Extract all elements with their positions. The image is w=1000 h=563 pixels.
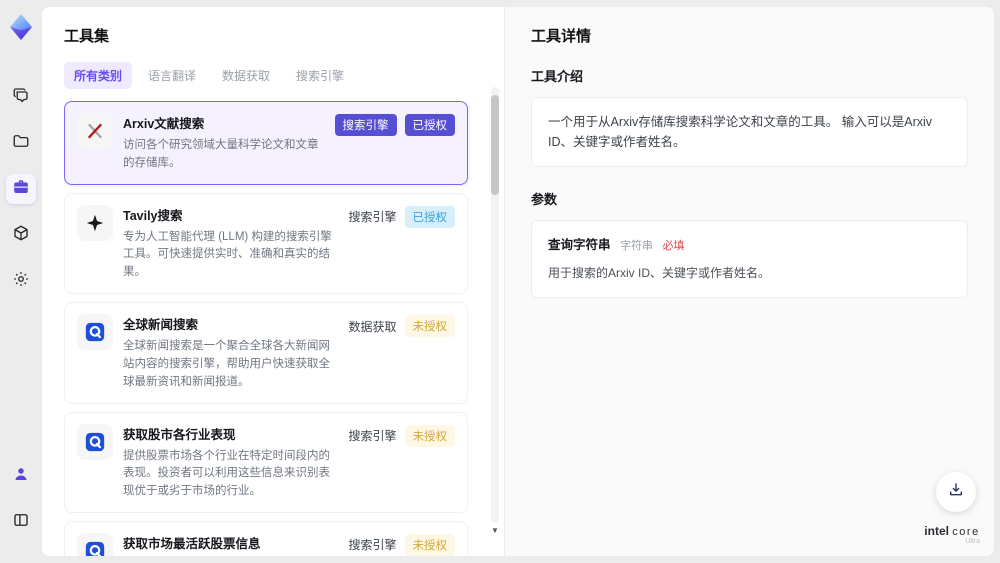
category-tabs: 所有类别 语言翻译 数据获取 搜索引擎 xyxy=(64,62,482,89)
param-required-flag: 必填 xyxy=(662,240,685,252)
tool-status-badge: 未授权 xyxy=(404,315,455,338)
tool-card[interactable]: Tavily搜索专为人工智能代理 (LLM) 构建的搜索引擎工具。可快速提供实时… xyxy=(64,192,468,295)
tool-category-label: 搜索引擎 xyxy=(348,210,397,225)
tool-description: 提供股票市场各个行业在特定时间段内的表现。投资者可以利用这些信息来识别表现优于或… xyxy=(123,449,330,498)
user-icon xyxy=(12,465,30,488)
scrollbar-down-arrow-icon[interactable]: ▼ xyxy=(491,526,499,535)
scrollbar-track[interactable]: ▼ xyxy=(491,87,499,535)
param-card: 查询字符串 字符串 必填 用于搜索的Arxiv ID、关键字或作者姓名。 xyxy=(531,220,968,298)
sidebar-item-folder[interactable] xyxy=(6,128,36,158)
sidebar-item-tools[interactable] xyxy=(6,174,36,204)
cube-icon xyxy=(12,224,30,247)
tool-category-label: 搜索引擎 xyxy=(348,538,397,553)
panel-layout-icon xyxy=(12,511,30,534)
tool-card[interactable]: 获取股市各行业表现提供股票市场各个行业在特定时间段内的表现。投资者可以利用这些信… xyxy=(64,411,468,513)
main-content: 工具集 所有类别 语言翻译 数据获取 搜索引擎 Arxiv文献搜索 访问各个研究领域大量… xyxy=(42,7,994,556)
tool-category-label: 数据获取 xyxy=(348,319,397,334)
sidebar-item-collapse[interactable] xyxy=(6,507,36,537)
tool-title: 获取市场最活跃股票信息 xyxy=(123,536,261,551)
tavily-icon xyxy=(77,204,113,241)
tool-status-badge: 已授权 xyxy=(404,205,455,228)
tab-category-1[interactable]: 语言翻译 xyxy=(138,62,206,89)
download-icon xyxy=(947,481,965,504)
app-sidebar xyxy=(0,0,42,563)
brand-secondary: core xyxy=(952,526,980,539)
glm-icon xyxy=(77,314,113,351)
tool-list: Arxiv文献搜索 访问各个研究领域大量科学论文和文章的存储库。 搜索引擎 已授权 Ta… xyxy=(64,101,482,556)
download-button[interactable] xyxy=(936,472,976,512)
tool-title: 获取股市各行业表现 xyxy=(123,427,236,442)
app-logo-icon[interactable] xyxy=(6,12,36,42)
tab-category-2[interactable]: 数据获取 xyxy=(212,62,280,89)
tool-card[interactable]: 全球新闻搜索全球新闻搜索是一个聚合全球各大新闻网站内容的搜索引擎，帮助用户快速获… xyxy=(64,302,468,404)
brand-sub: Ultra xyxy=(965,538,980,546)
glm-icon xyxy=(77,532,113,556)
tool-list-panel: 工具集 所有类别 语言翻译 数据获取 搜索引擎 Arxiv文献搜索 访问各个研究领域大量… xyxy=(42,7,504,556)
glm-icon xyxy=(77,423,113,460)
param-description: 用于搜索的Arxiv ID、关键字或作者姓名。 xyxy=(548,265,771,280)
arxiv-icon xyxy=(77,113,113,149)
tool-title: Tavily搜索 xyxy=(123,208,183,223)
tool-title: Arxiv文献搜索 xyxy=(123,117,205,131)
gear-icon xyxy=(12,270,30,293)
brand-main: intel xyxy=(924,524,949,539)
params-heading: 参数 xyxy=(531,192,558,207)
sidebar-item-profile[interactable] xyxy=(6,461,36,491)
tool-badge: 已授权 xyxy=(404,114,455,136)
sidebar-item-models[interactable] xyxy=(6,220,36,250)
briefcase-icon xyxy=(12,178,30,201)
tool-badge: 搜索引擎 xyxy=(334,114,397,136)
page-title: 工具集 xyxy=(64,28,110,45)
tool-description: 全球新闻搜索是一个聚合全球各大新闻网站内容的搜索引擎，帮助用户快速获取全球最新资… xyxy=(123,340,330,388)
tool-card[interactable]: 获取市场最活跃股票信息提供当天交易量最高的股票列表，投资者可以利用这些信息来识别… xyxy=(64,520,468,556)
param-type: 字符串 xyxy=(620,240,653,252)
param-name: 查询字符串 xyxy=(548,238,611,252)
tab-category-0[interactable]: 所有类别 xyxy=(64,62,133,89)
tool-detail-panel: 工具详情 工具介绍 一个用于从Arxiv存储库搜索科学论文和文章的工具。 输入可… xyxy=(504,7,994,556)
scrollbar-thumb[interactable] xyxy=(491,95,499,195)
intro-card: 一个用于从Arxiv存储库搜索科学论文和文章的工具。 输入可以是Arxiv ID… xyxy=(531,97,968,167)
folder-icon xyxy=(12,132,30,155)
tool-title: 全球新闻搜索 xyxy=(123,318,199,333)
sidebar-item-chat[interactable] xyxy=(6,82,36,112)
intel-core-logo: intel core Ultra xyxy=(920,525,984,546)
sidebar-item-settings[interactable] xyxy=(6,266,36,296)
tool-category-label: 搜索引擎 xyxy=(348,429,397,443)
tool-card[interactable]: Arxiv文献搜索访问各个研究领域大量科学论文和文章的存储库。 搜索引擎 已授权 xyxy=(64,101,468,185)
tool-status-badge: 未授权 xyxy=(404,533,455,556)
tool-description: 专为人工智能代理 (LLM) 构建的搜索引擎工具。可快速提供实时、准确和真实的结… xyxy=(123,230,332,279)
tool-description: 访问各个研究领域大量科学论文和文章的存储库。 xyxy=(123,139,319,169)
tab-category-3[interactable]: 搜索引擎 xyxy=(286,62,354,89)
chat-icon xyxy=(12,86,30,109)
detail-title: 工具详情 xyxy=(531,28,592,45)
tool-status-badge: 未授权 xyxy=(404,424,455,447)
intro-heading: 工具介绍 xyxy=(531,69,584,84)
